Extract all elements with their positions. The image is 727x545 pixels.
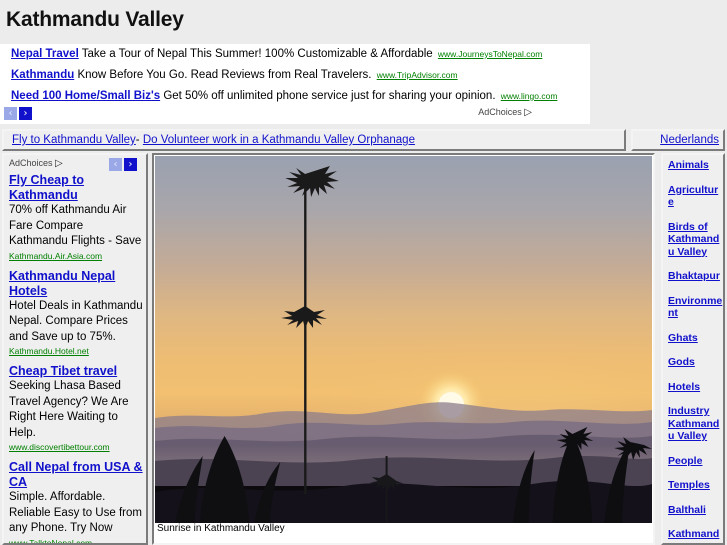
top-ad-title[interactable]: Nepal Travel: [11, 48, 79, 60]
side-ad-title[interactable]: Kathmandu Nepal Hotels: [9, 269, 143, 299]
photo-caption: Sunrise in Kathmandu Valley: [155, 523, 652, 535]
photo-caption-text: Sunrise in Kathmandu Valley: [157, 523, 285, 534]
side-ad-url[interactable]: www.discovertibettour.com: [9, 441, 143, 453]
sidebar-item-ghats[interactable]: Ghats: [668, 332, 723, 345]
adchoices-label: AdChoices: [9, 158, 53, 168]
photo-panel: Sunrise in Kathmandu Valley: [152, 153, 655, 545]
side-ad[interactable]: Cheap Tibet travel Seeking Lhasa Based T…: [9, 364, 143, 453]
sidebar-item-gods[interactable]: Gods: [668, 356, 723, 369]
sidebar-item-bhaktapur[interactable]: Bhaktapur: [668, 270, 723, 283]
top-ad-title[interactable]: Need 100 Home/Small Biz's: [11, 90, 160, 102]
side-ad-url[interactable]: www.TalktoNepal.com: [9, 537, 143, 544]
language-switcher: Nederlands: [631, 129, 725, 151]
content-area: AdChoices ▷ ‹ › Fly Cheap to Kathmandu 70…: [2, 153, 725, 545]
sidebar-item-temples[interactable]: Temples: [668, 479, 723, 492]
top-ad-pager[interactable]: ‹ ›: [4, 107, 32, 120]
top-ad-row[interactable]: Need 100 Home/Small Biz's Get 50% off un…: [0, 86, 590, 107]
top-ad-footer: ‹ › AdChoices ▷: [0, 107, 590, 123]
navbar: Fly to Kathmandu Valley- Do Volunteer wo…: [2, 129, 725, 151]
top-ad-url[interactable]: www.TripAdvisor.com: [375, 70, 458, 80]
sidebar-item-industry-kathmandu-valley[interactable]: Industry Kathmandu Valley: [668, 405, 723, 443]
sidebar-item-animals[interactable]: Animals: [668, 159, 723, 172]
top-ad-title[interactable]: Kathmandu: [11, 69, 74, 81]
top-ad-url[interactable]: www.lingo.com: [499, 91, 558, 101]
side-ad-title[interactable]: Cheap Tibet travel: [9, 364, 143, 379]
top-ad-block: Nepal Travel Take a Tour of Nepal This S…: [0, 44, 590, 124]
adchoices-icon: ▷: [55, 158, 63, 169]
chevron-left-icon[interactable]: ‹: [109, 158, 122, 171]
top-ad-row[interactable]: Nepal Travel Take a Tour of Nepal This S…: [0, 44, 590, 65]
adchoices-icon: ▷: [524, 107, 532, 118]
navbar-links: Fly to Kathmandu Valley- Do Volunteer wo…: [2, 129, 626, 151]
chevron-right-icon[interactable]: ›: [19, 107, 32, 120]
nav-link-volunteer-orphanage[interactable]: Do Volunteer work in a Kathmandu Valley …: [143, 134, 415, 146]
chevron-right-icon[interactable]: ›: [124, 158, 137, 171]
sidebar-item-people[interactable]: People: [668, 455, 723, 468]
adchoices-label: AdChoices: [478, 107, 522, 117]
left-ad-column: AdChoices ▷ ‹ › Fly Cheap to Kathmandu 70…: [2, 153, 148, 545]
top-ad-description: Know Before You Go. Read Reviews from Re…: [77, 69, 372, 81]
side-ad-description: Hotel Deals in Kathmandu Nepal. Compare …: [9, 299, 143, 343]
top-ad-url[interactable]: www.JourneysToNepal.com: [436, 49, 542, 59]
sidebar-item-kathmandu[interactable]: Kathmandu: [668, 528, 723, 543]
top-ad-description: Get 50% off unlimited phone service just…: [163, 90, 496, 102]
sidebar-item-birds-of-kathmandu-valley[interactable]: Birds of Kathmandu Valley: [668, 221, 723, 259]
side-ad-url[interactable]: Kathmandu.Hotel.net: [9, 345, 143, 357]
chevron-left-icon[interactable]: ‹: [4, 107, 17, 120]
adchoices-top[interactable]: AdChoices ▷: [478, 107, 532, 118]
nav-separator: -: [135, 134, 140, 146]
side-ad-url[interactable]: Kathmandu.Air.Asia.com: [9, 250, 143, 262]
language-link-nederlands[interactable]: Nederlands: [660, 134, 719, 146]
sidebar-item-balthali[interactable]: Balthali: [668, 504, 723, 517]
nav-link-fly-to-kathmandu-valley[interactable]: Fly to Kathmandu Valley: [12, 134, 136, 146]
side-ad[interactable]: Call Nepal from USA & CA Simple. Afforda…: [9, 460, 143, 544]
left-ad-header: AdChoices ▷ ‹ ›: [9, 158, 143, 173]
side-ad-description: Simple. Affordable. Reliable Easy to Use…: [9, 491, 142, 534]
side-ad-description: 70% off Kathmandu Air Fare Compare Kathm…: [9, 204, 142, 247]
side-ad-title[interactable]: Call Nepal from USA & CA: [9, 460, 143, 490]
top-ad-row[interactable]: Kathmandu Know Before You Go. Read Revie…: [0, 65, 590, 86]
side-ad[interactable]: Fly Cheap to Kathmandu 70% off Kathmandu…: [9, 173, 143, 262]
page-title: Kathmandu Valley: [6, 8, 184, 31]
sunset-photo: [155, 156, 652, 523]
side-ad-description: Seeking Lhasa Based Travel Agency? We Ar…: [9, 380, 129, 439]
sidebar-item-hotels[interactable]: Hotels: [668, 381, 723, 394]
sidebar-item-agriculture[interactable]: Agriculture: [668, 184, 723, 209]
right-nav-column: Animals Agriculture Birds of Kathmandu V…: [661, 153, 725, 545]
left-ad-pager[interactable]: ‹ ›: [109, 158, 137, 171]
top-ad-description: Take a Tour of Nepal This Summer! 100% C…: [81, 48, 433, 60]
sidebar-item-environment[interactable]: Environment: [668, 295, 723, 320]
side-ad-title[interactable]: Fly Cheap to Kathmandu: [9, 173, 143, 203]
side-ad[interactable]: Kathmandu Nepal Hotels Hotel Deals in Ka…: [9, 269, 143, 358]
